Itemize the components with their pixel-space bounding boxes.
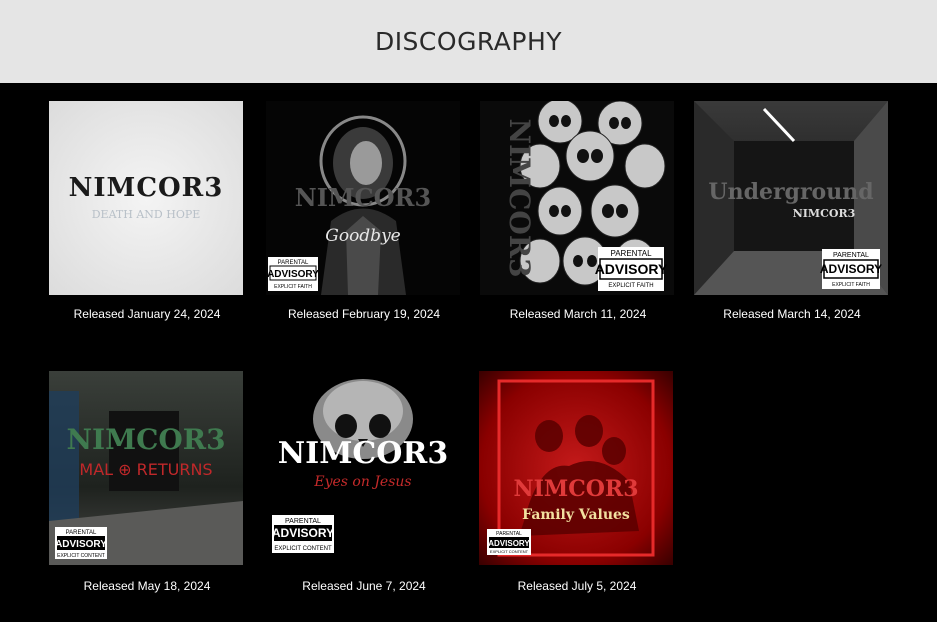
svg-text:PARENTAL: PARENTAL	[66, 530, 97, 536]
album-logo-text: NIMCOR3	[513, 476, 638, 502]
album-cover-death-and-hope[interactable]: NIMCOR3 DEATH AND HOPE	[49, 101, 243, 295]
svg-text:ADVISORY: ADVISORY	[595, 261, 668, 277]
svg-text:PARENTAL: PARENTAL	[278, 260, 309, 266]
album-cover-underground[interactable]: Underground NIMCOR3 PARENTAL ADVISORY EX…	[694, 101, 888, 295]
svg-text:EXPLICIT CONTENT: EXPLICIT CONTENT	[490, 549, 529, 554]
svg-text:EXPLICIT FAITH: EXPLICIT FAITH	[274, 284, 312, 290]
svg-text:EXPLICIT CONTENT: EXPLICIT CONTENT	[274, 546, 332, 552]
svg-text:PARENTAL: PARENTAL	[833, 252, 869, 259]
album-logo-text: NIMCOR3	[503, 118, 536, 277]
release-date: Released June 7, 2024	[302, 579, 426, 593]
album-cover-family-values[interactable]: NIMCOR3 Family Values PARENTAL ADVISORY …	[479, 371, 673, 565]
album-cover-eyes-on-jesus[interactable]: NIMCOR3 Eyes on Jesus PARENTAL ADVISORY …	[266, 371, 460, 565]
parental-advisory-label: PARENTAL ADVISORY EXPLICIT CONTENT	[272, 515, 334, 553]
svg-text:ADVISORY: ADVISORY	[488, 539, 530, 548]
svg-text:EXPLICIT FAITH: EXPLICIT FAITH	[832, 282, 870, 288]
album-logo-text: NIMCOR3	[66, 423, 225, 456]
parental-advisory-label: PARENTAL ADVISORY EXPLICIT FAITH	[595, 247, 668, 291]
svg-text:PARENTAL: PARENTAL	[285, 518, 321, 525]
album-logo-text: NIMCOR3	[69, 173, 224, 203]
album-cover-skulls[interactable]: NIMCOR3 PARENTAL ADVISORY EXPLICIT FAITH	[480, 101, 674, 295]
album-logo-text: NIMCOR3	[793, 207, 856, 220]
svg-text:EXPLICIT FAITH: EXPLICIT FAITH	[608, 283, 653, 289]
album-subtitle-text: Family Values	[522, 507, 630, 523]
album-subtitle-text: Underground	[708, 179, 873, 205]
svg-text:PARENTAL: PARENTAL	[496, 531, 522, 537]
svg-text:ADVISORY: ADVISORY	[267, 269, 319, 280]
album-logo-text: NIMCOR3	[278, 436, 448, 471]
discography-header: DISCOGRAPHY	[0, 0, 937, 83]
release-date: Released January 24, 2024	[73, 307, 221, 321]
parental-advisory-label: PARENTAL ADVISORY EXPLICIT CONTENT	[487, 529, 531, 555]
release-date: Released May 18, 2024	[83, 579, 211, 593]
album-subtitle-text: Goodbye	[325, 226, 400, 246]
album-cover-mal-returns[interactable]: NIMCOR3 MAL ⊕ RETURNS PARENTAL ADVISORY …	[49, 371, 243, 565]
parental-advisory-label: PARENTAL ADVISORY EXPLICIT CONTENT	[55, 527, 107, 559]
album-subtitle-text: DEATH AND HOPE	[92, 208, 201, 221]
svg-text:ADVISORY: ADVISORY	[820, 262, 882, 276]
release-date: Released July 5, 2024	[517, 579, 637, 593]
release-date: Released March 11, 2024	[509, 307, 647, 321]
svg-text:EXPLICIT CONTENT: EXPLICIT CONTENT	[57, 553, 105, 559]
release-date: Released February 19, 2024	[287, 307, 441, 321]
album-grid: NIMCOR3 DEATH AND HOPE Released January …	[0, 83, 937, 622]
svg-text:PARENTAL: PARENTAL	[610, 249, 652, 258]
album-logo-text: NIMCOR3	[295, 183, 431, 212]
album-cover-goodbye[interactable]: NIMCOR3 Goodbye PARENTAL ADVISORY EXPLIC…	[266, 101, 460, 295]
svg-text:ADVISORY: ADVISORY	[272, 526, 334, 540]
release-date: Released March 14, 2024	[723, 307, 861, 321]
parental-advisory-label: PARENTAL ADVISORY EXPLICIT FAITH	[267, 257, 319, 291]
parental-advisory-label: PARENTAL ADVISORY EXPLICIT FAITH	[820, 249, 882, 289]
album-subtitle-text: MAL ⊕ RETURNS	[79, 460, 212, 479]
album-subtitle-text: Eyes on Jesus	[313, 474, 411, 490]
page-title: DISCOGRAPHY	[374, 27, 563, 56]
svg-text:ADVISORY: ADVISORY	[55, 539, 107, 550]
